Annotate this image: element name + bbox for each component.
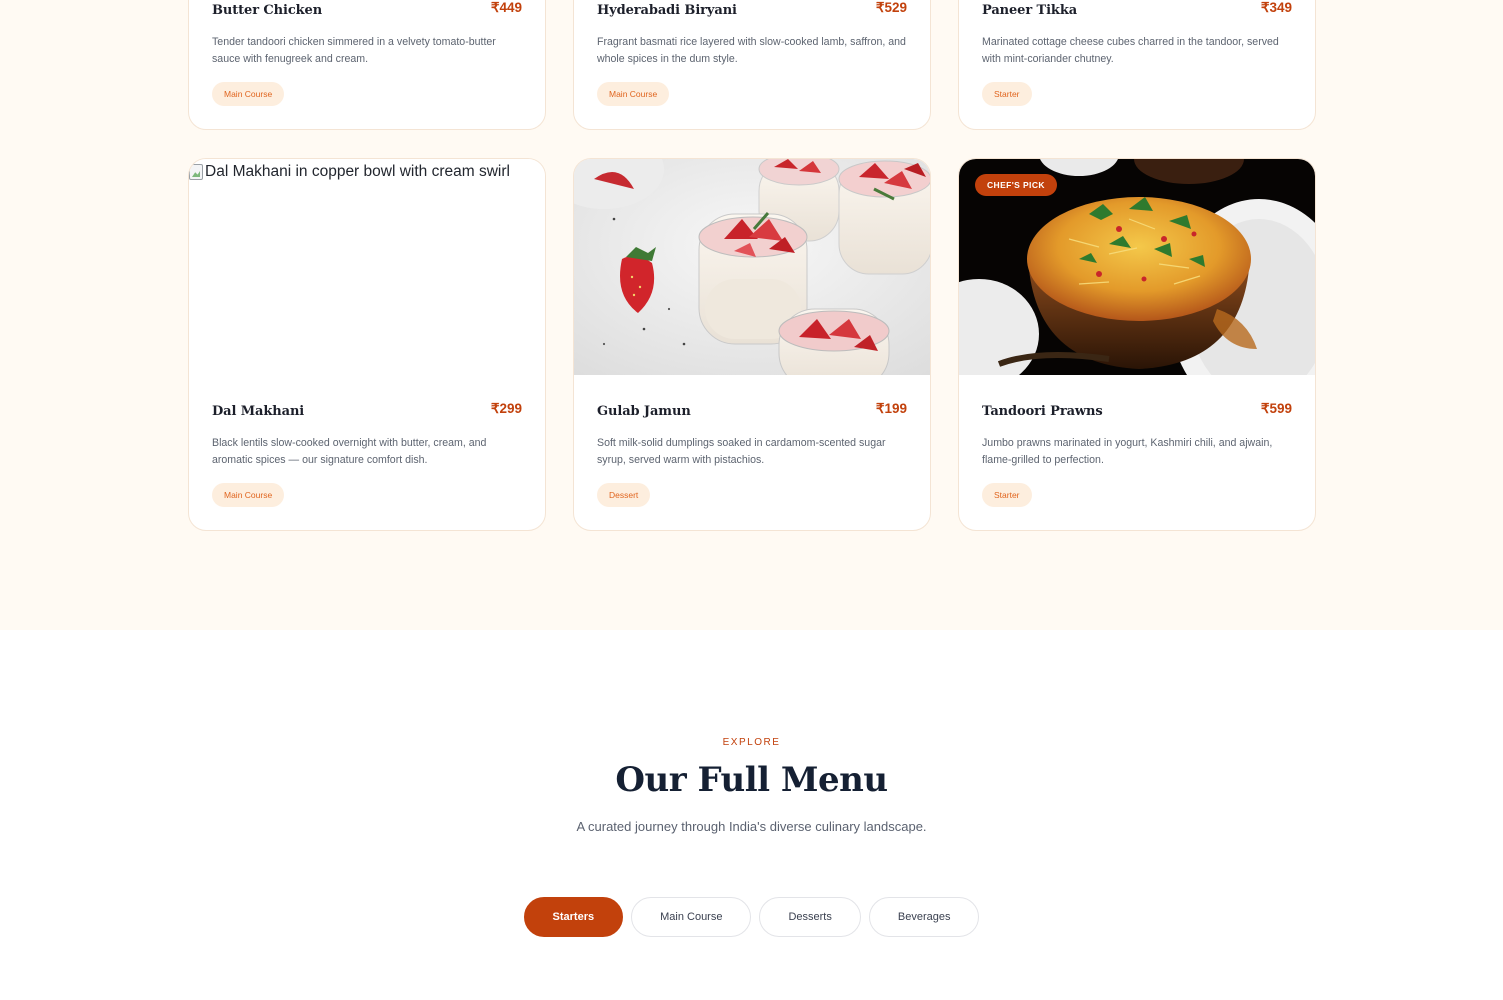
- dish-description: Fragrant basmati rice layered with slow-…: [597, 36, 906, 65]
- tab-beverages[interactable]: Beverages: [868, 897, 980, 937]
- dish-price: ₹449: [490, 0, 522, 15]
- dish-card[interactable]: Dal Makhani in copper bowl with cream sw…: [188, 158, 546, 531]
- dish-card[interactable]: CHEF'S PICK Tandoori Prawns ₹599 Jumbo p…: [958, 158, 1316, 531]
- dish-description: Tender tandoori chicken simmered in a ve…: [212, 36, 496, 65]
- section-title: Our Full Menu: [615, 760, 888, 800]
- broken-image-alt: Dal Makhani in copper bowl with cream sw…: [189, 163, 510, 181]
- dish-card[interactable]: Paneer Tikka ₹349 Marinated cottage chee…: [958, 0, 1316, 130]
- menu-category-tabs: Starters Main Course Desserts Beverages: [0, 897, 1503, 937]
- dish-name: Gulab Jamun: [597, 404, 691, 419]
- dish-grid: Butter Chicken ₹449 Tender tandoori chic…: [188, 0, 1316, 531]
- dish-image-broken: Dal Makhani in copper bowl with cream sw…: [189, 159, 545, 375]
- dish-name: Tandoori Prawns: [982, 404, 1103, 419]
- dish-description: Marinated cottage cheese cubes charred i…: [982, 36, 1279, 65]
- dish-description: Black lentils slow-cooked overnight with…: [212, 437, 487, 466]
- dish-price: ₹529: [875, 0, 907, 15]
- tab-desserts[interactable]: Desserts: [759, 897, 861, 937]
- category-tag: Main Course: [212, 82, 285, 106]
- image-alt-text: Dal Makhani in copper bowl with cream sw…: [205, 163, 510, 180]
- dish-name: Dal Makhani: [212, 404, 305, 419]
- full-menu-section: EXPLORE Our Full Menu A curated journey …: [0, 630, 1503, 1000]
- section-subtitle: A curated journey through India's divers…: [576, 819, 927, 834]
- section-eyebrow: EXPLORE: [722, 737, 781, 748]
- dish-card[interactable]: Hyderabadi Biryani ₹529 Fragrant basmati…: [573, 0, 931, 130]
- category-tag: Dessert: [597, 483, 651, 507]
- dish-description: Soft milk-solid dumplings soaked in card…: [597, 437, 886, 466]
- category-tag: Main Course: [212, 483, 285, 507]
- dish-price: ₹599: [1260, 401, 1292, 416]
- dish-price: ₹199: [875, 401, 907, 416]
- chefs-pick-badge: CHEF'S PICK: [975, 174, 1057, 196]
- panna-cotta-photo: [574, 159, 930, 375]
- dish-image: [574, 159, 930, 375]
- tab-main-course[interactable]: Main Course: [631, 897, 752, 937]
- category-tag: Starter: [982, 82, 1032, 106]
- featured-dishes-section: Butter Chicken ₹449 Tender tandoori chic…: [0, 0, 1503, 630]
- dish-price: ₹299: [490, 401, 522, 416]
- category-tag: Starter: [982, 483, 1032, 507]
- dish-card[interactable]: Butter Chicken ₹449 Tender tandoori chic…: [188, 0, 546, 130]
- dish-image: CHEF'S PICK: [959, 159, 1315, 375]
- category-tag: Main Course: [597, 82, 670, 106]
- dish-card[interactable]: Gulab Jamun ₹199 Soft milk-solid dumplin…: [573, 158, 931, 531]
- tab-starters[interactable]: Starters: [523, 897, 624, 937]
- dish-name: Butter Chicken: [212, 3, 323, 18]
- dish-name: Hyderabadi Biryani: [597, 3, 737, 18]
- dish-name: Paneer Tikka: [982, 3, 1078, 18]
- broken-image-icon: [189, 164, 203, 180]
- dish-price: ₹349: [1260, 0, 1292, 15]
- dish-description: Jumbo prawns marinated in yogurt, Kashmi…: [982, 437, 1273, 466]
